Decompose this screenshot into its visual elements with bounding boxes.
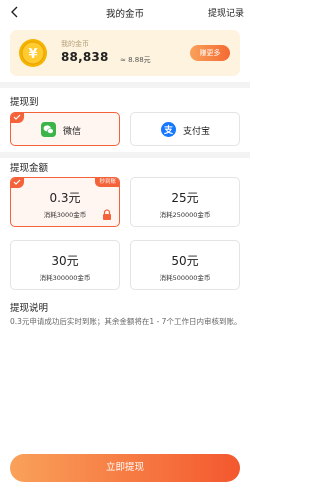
amount-option-30[interactable]: 30元 消耗300000金币 (10, 240, 120, 290)
balance-card: ¥ 我的金币 88,838 ≈ 8.88元 赚更多 (10, 30, 240, 76)
lock-icon (103, 209, 111, 220)
balance-cash-value: ≈ 8.88元 (120, 56, 151, 64)
coin-balance: 88,838 (61, 50, 109, 64)
method-alipay[interactable]: 支 支付宝 (130, 112, 240, 146)
amount-option-25[interactable]: 25元 消耗250000金币 (130, 177, 240, 227)
withdraw-explain-title: 提现说明 (10, 303, 49, 314)
amount-cost: 消耗250000金币 (159, 211, 211, 219)
amount-cost: 消耗300000金币 (39, 274, 91, 282)
gold-coin-icon: ¥ (19, 39, 47, 67)
balance-label: 我的金币 (61, 40, 89, 48)
method-label: 微信 (63, 127, 82, 137)
amount-value: 0.3元 (49, 191, 81, 205)
withdraw-explain-text: 0.3元申请成功后实时到账；其余金额将在1 - 7个工作日内审核到账。 (10, 317, 242, 326)
amount-cost: 消耗500000金币 (159, 274, 211, 282)
wechat-icon (41, 122, 56, 137)
withdraw-history-link[interactable]: 提现记录 (208, 6, 244, 19)
method-wechat[interactable]: 微信 (10, 112, 120, 146)
method-label: 支付宝 (183, 127, 211, 137)
withdraw-page: 我的金币 提现记录 ¥ 我的金币 88,838 ≈ 8.88元 赚更多 提现到 … (0, 0, 250, 486)
withdraw-to-title: 提现到 (10, 97, 39, 108)
section-divider (0, 152, 250, 158)
withdraw-now-button[interactable]: 立即提现 (10, 454, 240, 482)
amount-value: 30元 (51, 254, 79, 268)
top-nav-bar: 我的金币 提现记录 (0, 0, 250, 26)
amount-value: 50元 (171, 254, 199, 268)
section-divider (0, 82, 250, 88)
withdraw-amount-title: 提现金额 (10, 163, 49, 174)
alipay-icon: 支 (161, 122, 176, 137)
amount-option-50[interactable]: 50元 消耗500000金币 (130, 240, 240, 290)
selected-check-icon (11, 113, 24, 123)
selected-check-icon (11, 178, 24, 188)
amount-option-0-3[interactable]: 秒到账 0.3元 消耗3000金币 (10, 177, 120, 227)
svg-text:¥: ¥ (28, 47, 37, 62)
bottom-action-bar: 立即提现 (0, 444, 250, 486)
svg-text:支: 支 (163, 124, 174, 136)
instant-arrival-badge: 秒到账 (95, 178, 119, 187)
earn-more-button[interactable]: 赚更多 (190, 45, 230, 61)
amount-value: 25元 (171, 191, 199, 205)
